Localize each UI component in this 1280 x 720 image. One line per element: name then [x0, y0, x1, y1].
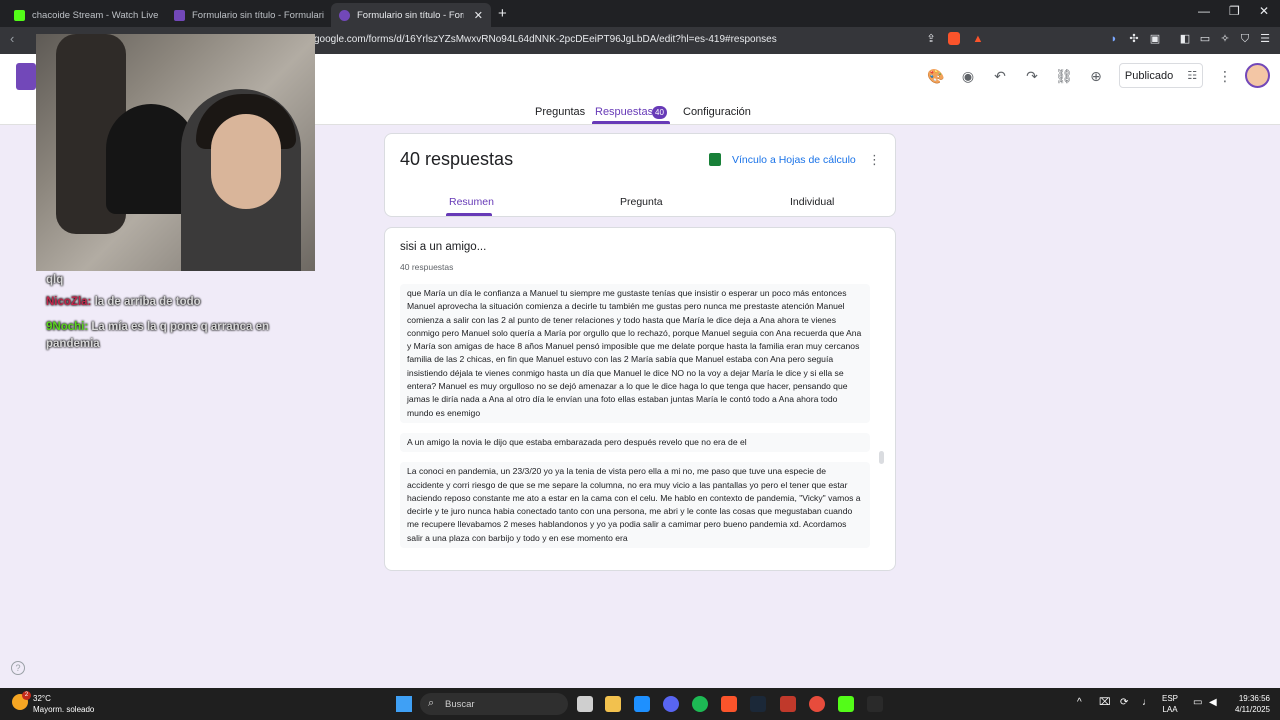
- new-tab-button[interactable]: +: [498, 5, 507, 22]
- leo-ai-icon[interactable]: ✧: [1218, 32, 1232, 46]
- forms-logo-icon[interactable]: [16, 63, 36, 90]
- help-icon[interactable]: ?: [11, 661, 25, 675]
- answer-item: A un amigo la novia le dijo que estaba e…: [400, 432, 870, 453]
- weather-badge: 2: [22, 691, 31, 700]
- bing-icon[interactable]: [634, 696, 650, 712]
- tray-chevron-icon[interactable]: ^: [1077, 697, 1082, 708]
- steam-icon[interactable]: [750, 696, 766, 712]
- scrollbar-thumb[interactable]: [879, 451, 884, 464]
- app-icon[interactable]: [780, 696, 796, 712]
- sidebar-icon[interactable]: ◧: [1178, 32, 1192, 46]
- lang-sub: LAA: [1162, 705, 1178, 714]
- chat-text: la de arriba de todo: [94, 296, 201, 308]
- webcam-overlay: [36, 34, 315, 271]
- taskbar-search-input[interactable]: [420, 693, 568, 715]
- question-response-count: 40 respuestas: [400, 262, 454, 272]
- chat-username: NicoZla:: [46, 296, 92, 308]
- sync-icon[interactable]: ⟳: [1120, 697, 1128, 708]
- brave-icon[interactable]: [721, 696, 737, 712]
- link-to-sheets[interactable]: Vínculo a Hojas de cálculo: [732, 154, 856, 166]
- active-subtab-indicator: [446, 213, 492, 216]
- tab-settings[interactable]: Configuración: [683, 106, 751, 118]
- weather-description: Mayorm. soleado: [33, 705, 95, 714]
- redo-icon[interactable]: ↷: [1023, 67, 1041, 85]
- obs-icon[interactable]: [809, 696, 825, 712]
- weather-widget[interactable]: 32°C Mayorm. soleado: [33, 693, 94, 715]
- responses-title: 40 respuestas: [400, 149, 514, 169]
- tab-form-1[interactable]: Formulario sin título - Formularios de: [166, 3, 324, 27]
- publish-button[interactable]: Publicado ☷: [1119, 63, 1203, 88]
- publish-label: Publicado: [1124, 69, 1174, 82]
- active-tab-indicator: [592, 121, 670, 124]
- lang: ESP: [1162, 694, 1179, 703]
- chat-username: 9Nochi:: [46, 321, 89, 333]
- share-icon[interactable]: ⇪: [924, 32, 938, 46]
- brave-rewards-icon[interactable]: ▲: [971, 32, 985, 46]
- task-view-icon[interactable]: [577, 696, 593, 712]
- tab-title: Formulario sin título - Formularios de: [192, 9, 324, 21]
- preview-eye-icon[interactable]: ◉: [959, 67, 977, 85]
- back-icon[interactable]: ‹: [10, 31, 14, 46]
- search-icon: ⌕: [428, 697, 435, 709]
- maximize-icon[interactable]: ❐: [1229, 4, 1240, 18]
- tab-title: Formulario sin título - Formularios: [357, 9, 464, 21]
- kick-icon[interactable]: [838, 696, 854, 712]
- tab-form-active[interactable]: Formulario sin título - Formularios ✕: [331, 3, 491, 27]
- media-icon[interactable]: ▣: [1148, 32, 1162, 46]
- answer-item: que María un día le confianza a Manuel t…: [400, 284, 870, 423]
- subtab-summary[interactable]: Resumen: [449, 196, 494, 208]
- file-explorer-icon[interactable]: [605, 696, 621, 712]
- more-vert-icon[interactable]: ⋮: [1216, 67, 1234, 85]
- undo-icon[interactable]: ↶: [991, 67, 1009, 85]
- brave-shield-icon[interactable]: [948, 32, 960, 45]
- clock[interactable]: 19:36:56 4/11/2025: [1226, 693, 1270, 715]
- sheets-icon[interactable]: [709, 153, 721, 166]
- answer-item: La conoci en pandemia, un 23/3/20 yo ya …: [400, 462, 870, 549]
- kick-icon: [14, 9, 25, 21]
- spotify-icon[interactable]: [692, 696, 708, 712]
- vpn-icon[interactable]: ⛉: [1238, 32, 1252, 46]
- epic-games-icon[interactable]: [867, 696, 883, 712]
- add-collaborator-icon[interactable]: ⊕: [1087, 67, 1105, 85]
- tab-questions[interactable]: Preguntas: [535, 106, 585, 118]
- chat-message: 9Nochi: La mía es la q pone q arranca en…: [46, 319, 308, 353]
- windows-start-icon[interactable]: [396, 696, 412, 712]
- display-icon[interactable]: ▭: [1193, 697, 1202, 708]
- forms-icon: [339, 9, 350, 21]
- network-icon[interactable]: ⌧: [1099, 697, 1111, 708]
- subtab-question[interactable]: Pregunta: [620, 196, 663, 208]
- tab-responses[interactable]: Respuestas: [595, 106, 653, 118]
- chat-message: NicoZla: la de arriba de todo: [46, 296, 201, 308]
- tab-title: chacoide Stream - Watch Live on: [32, 9, 158, 21]
- url-field[interactable]: google.com/forms/d/16YrlszYZsMwxvRNo94L6…: [314, 34, 777, 45]
- tab-stream[interactable]: chacoide Stream - Watch Live on: [6, 3, 158, 27]
- more-vert-icon[interactable]: ⋮: [868, 152, 881, 168]
- answers-list[interactable]: que María un día le confianza a Manuel t…: [400, 284, 870, 556]
- extensions-icon[interactable]: ✣: [1127, 32, 1141, 46]
- temperature: 32°C: [33, 694, 51, 703]
- palette-icon[interactable]: 🎨: [927, 67, 945, 85]
- menu-icon[interactable]: ☰: [1258, 32, 1272, 46]
- audio-icon[interactable]: ◗: [1107, 32, 1121, 46]
- volume-icon[interactable]: ◀: [1209, 697, 1217, 708]
- responses-count-badge: 40: [652, 106, 667, 119]
- chat-message: qlq: [46, 274, 63, 286]
- minimize-icon[interactable]: —: [1198, 4, 1210, 18]
- link-icon[interactable]: ⛓: [1055, 67, 1073, 85]
- search-placeholder: Buscar: [445, 699, 475, 710]
- close-window-icon[interactable]: ✕: [1259, 4, 1269, 18]
- language-indicator[interactable]: ESP LAA: [1162, 693, 1178, 715]
- question-title: sisi a un amigo...: [400, 241, 487, 253]
- close-tab-icon[interactable]: ✕: [464, 9, 483, 22]
- date: 4/11/2025: [1235, 705, 1270, 714]
- avatar[interactable]: [1245, 63, 1270, 88]
- tune-icon: ☷: [1187, 70, 1198, 82]
- microphone-icon[interactable]: ♩: [1142, 697, 1152, 708]
- chat-text: qlq: [46, 274, 64, 286]
- forms-icon: [174, 9, 185, 21]
- wallet-icon[interactable]: ▭: [1198, 32, 1212, 46]
- time: 19:36:56: [1238, 694, 1270, 703]
- discord-icon[interactable]: [663, 696, 679, 712]
- subtab-individual[interactable]: Individual: [790, 196, 834, 208]
